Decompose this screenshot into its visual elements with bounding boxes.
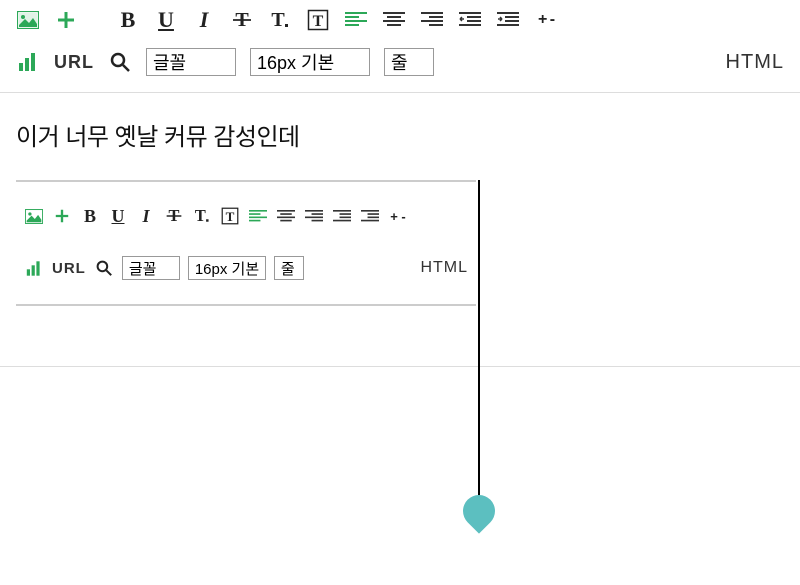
outdent-icon <box>332 206 352 226</box>
indent-icon[interactable] <box>496 8 520 32</box>
outdent-icon[interactable] <box>458 8 482 32</box>
svg-text:T: T <box>271 9 285 31</box>
italic-button[interactable]: I <box>192 8 216 32</box>
svg-text:T: T <box>195 207 206 225</box>
bottom-divider <box>0 366 800 367</box>
editor-content[interactable]: 이거 너무 옛날 커뮤 감성인데 <box>0 93 800 160</box>
underline-button[interactable]: U <box>154 8 178 32</box>
plusminus-button[interactable]: + - <box>534 8 558 32</box>
indent-icon <box>360 206 380 226</box>
underline-button: U <box>108 206 128 226</box>
html-mode-button[interactable]: HTML <box>726 51 784 74</box>
plus-icon <box>52 206 72 226</box>
textsize-button: T <box>192 206 212 226</box>
lineheight-select <box>274 256 304 280</box>
strikethrough-button[interactable]: T <box>230 8 254 32</box>
editor-toolbar-row1: B U I T T T + - <box>0 0 800 40</box>
align-center-icon <box>276 206 296 226</box>
image-icon[interactable] <box>16 8 40 32</box>
textsize-button[interactable]: T <box>268 8 292 32</box>
url-button: URL <box>52 260 86 277</box>
bold-button[interactable]: B <box>116 8 140 32</box>
image-icon <box>24 206 44 226</box>
url-button[interactable]: URL <box>54 52 94 73</box>
embedded-toolbar-row1: B U I T T T + - <box>16 202 476 230</box>
html-mode-button: HTML <box>420 259 468 277</box>
svg-text:T: T <box>313 13 324 30</box>
text-cursor-handle[interactable] <box>456 488 501 533</box>
svg-text:T: T <box>226 209 235 224</box>
chart-icon[interactable] <box>16 50 40 74</box>
lineheight-select[interactable] <box>384 48 434 76</box>
plusminus-button: + - <box>388 206 408 226</box>
embedded-image-area: B U I T T T + - URL HTML <box>0 180 800 306</box>
embedded-screenshot: B U I T T T + - URL HTML <box>16 180 476 306</box>
font-select[interactable] <box>146 48 236 76</box>
search-icon[interactable] <box>108 50 132 74</box>
align-left-icon[interactable] <box>344 8 368 32</box>
align-left-icon <box>248 206 268 226</box>
textbox-button[interactable]: T <box>306 8 330 32</box>
bold-button: B <box>80 206 100 226</box>
fontsize-select <box>188 256 266 280</box>
embedded-toolbar-row2: URL HTML <box>16 252 476 284</box>
chart-icon <box>24 258 44 278</box>
plus-icon[interactable] <box>54 8 78 32</box>
align-center-icon[interactable] <box>382 8 406 32</box>
text-cursor-line <box>478 180 480 510</box>
textbox-button: T <box>220 206 240 226</box>
align-right-icon[interactable] <box>420 8 444 32</box>
editor-toolbar-row2: URL HTML <box>0 40 800 84</box>
font-select <box>122 256 180 280</box>
content-text: 이거 너무 옛날 커뮤 감성인데 <box>16 124 300 151</box>
align-right-icon <box>304 206 324 226</box>
search-icon <box>94 258 114 278</box>
fontsize-select[interactable] <box>250 48 370 76</box>
strikethrough-button: T <box>164 206 184 226</box>
italic-button: I <box>136 206 156 226</box>
